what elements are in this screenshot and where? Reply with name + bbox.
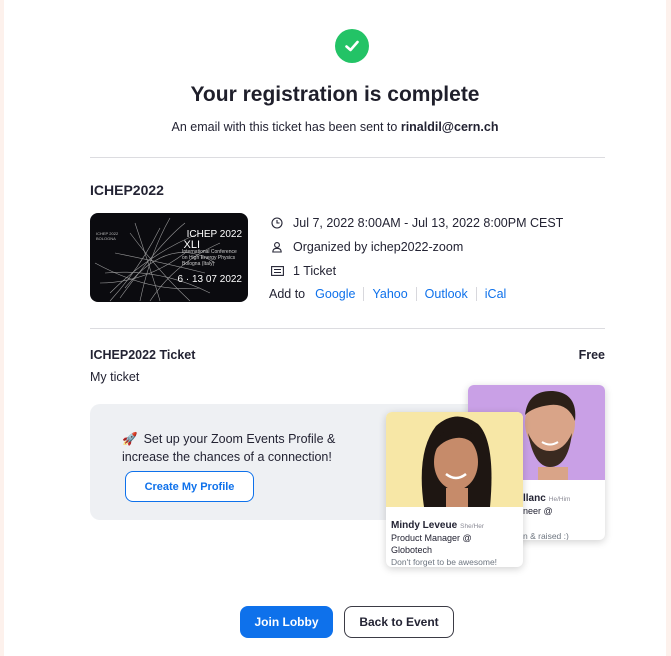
add-to-calendar: Add to Google Yahoo Outlook iCal [269, 287, 514, 301]
calendar-google-link[interactable]: Google [307, 287, 365, 301]
page-title: Your registration is complete [190, 83, 480, 106]
ticket-count: 1 Ticket [293, 264, 337, 278]
divider [90, 157, 605, 158]
registration-card: Your registration is complete An email w… [4, 0, 666, 656]
avatar [386, 412, 523, 507]
confirmation-message: An email with this ticket has been sent … [4, 120, 666, 134]
divider [90, 328, 605, 329]
add-to-label: Add to [269, 287, 306, 301]
ticket-name: ICHEP2022 Ticket [90, 348, 196, 362]
organizer: Organized by ichep2022-zoom [293, 240, 464, 254]
calendar-yahoo-link[interactable]: Yahoo [364, 287, 417, 301]
event-thumbnail: ICHEP 2022 BOLOGNA ICHEP 2022 XLI Intern… [90, 213, 248, 302]
rocket-icon: 🚀 [122, 432, 138, 446]
calendar-outlook-link[interactable]: Outlook [417, 287, 477, 301]
avatar-woman-illustration [421, 416, 492, 507]
profile-quote: Don't forget to be awesome! [391, 557, 498, 567]
profile-name: Mindy Leveue [391, 520, 458, 531]
event-date: Jul 7, 2022 8:00AM - Jul 13, 2022 8:00PM… [293, 216, 564, 230]
email-sent-text: An email with this ticket has been sent … [171, 120, 401, 134]
ticket-icon [270, 264, 284, 278]
profile-role: Product Manager @ Globotech [391, 533, 472, 555]
event-name: ICHEP2022 [90, 182, 164, 198]
profile-card-front: Mindy Leveue She/Her Product Manager @ Gl… [386, 412, 523, 567]
promo-message: Set up your Zoom Events Profile & increa… [122, 432, 336, 464]
organizer-row: Organized by ichep2022-zoom [270, 240, 463, 254]
create-profile-button[interactable]: Create My Profile [125, 471, 254, 502]
person-icon [270, 240, 284, 254]
success-check-icon [335, 29, 369, 63]
profile-pronouns: She/Her [460, 523, 484, 530]
clock-icon [270, 216, 284, 230]
thumbnail-subtitle: International Conference on High Energy … [182, 249, 237, 267]
profile-name-fragment: llanc He/Him [523, 493, 571, 504]
ticket-price: Free [578, 348, 605, 362]
promo-text: 🚀 Set up your Zoom Events Profile & incre… [122, 430, 372, 466]
calendar-ical-link[interactable]: iCal [477, 287, 515, 301]
profile-quote-fragment: n & raised :) [523, 531, 569, 540]
thumbnail-brand: ICHEP 2022 BOLOGNA [96, 231, 119, 241]
profile-name-row: Mindy Leveue She/Her [391, 515, 484, 533]
join-lobby-button[interactable]: Join Lobby [240, 606, 333, 638]
profile-role-fragment: neer @ [523, 506, 553, 516]
back-to-event-button[interactable]: Back to Event [344, 606, 454, 638]
recipient-email: rinaldil@cern.ch [400, 120, 499, 134]
thumbnail-dates: 6 · 13 07 2022 [177, 274, 243, 285]
ticket-description: My ticket [90, 370, 140, 384]
tickets-row: 1 Ticket [270, 264, 336, 278]
event-date-row: Jul 7, 2022 8:00AM - Jul 13, 2022 8:00PM… [270, 216, 563, 230]
